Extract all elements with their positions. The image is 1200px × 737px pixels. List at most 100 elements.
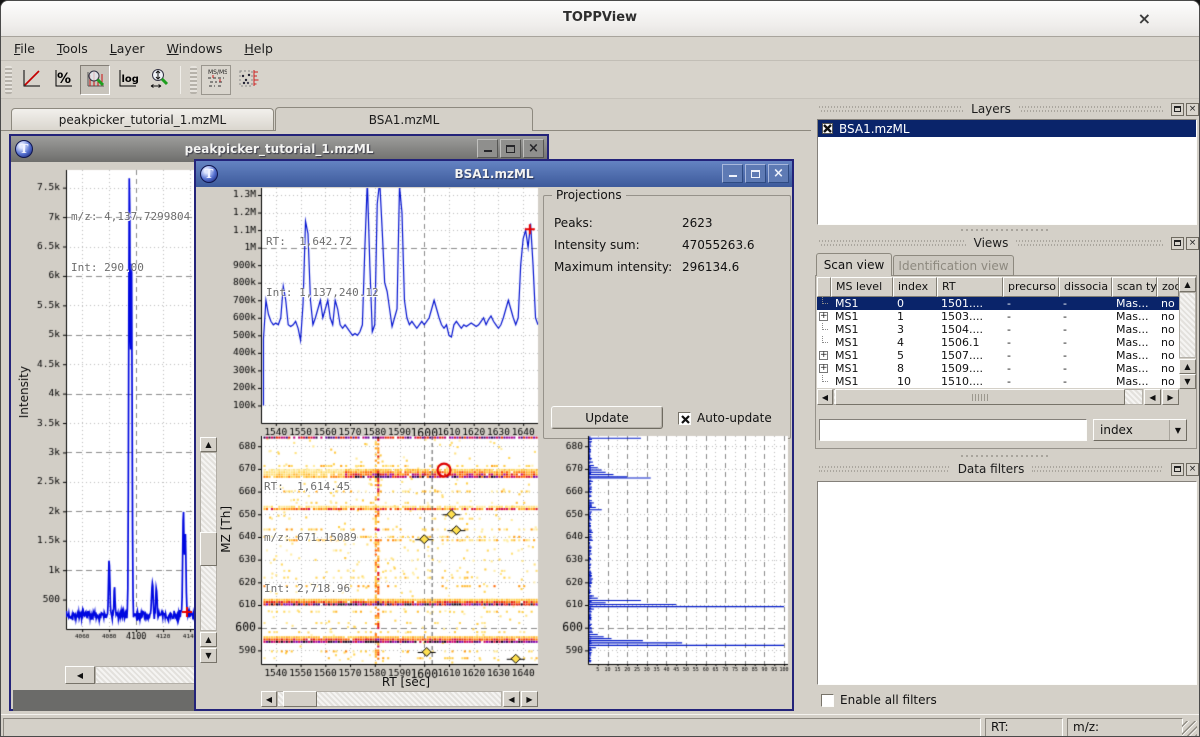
chevron-down-icon[interactable]: ▼ <box>1169 420 1186 440</box>
data-filters-list[interactable] <box>817 481 1197 685</box>
heatmap-h-scrollbar[interactable]: ◀ ◀ ▶ <box>261 691 538 707</box>
layers-list[interactable]: BSA1.mzML <box>817 119 1197 225</box>
table-row[interactable]: MS101501....--Mas...no <box>817 297 1179 310</box>
intensity-mode-linear-button[interactable] <box>16 65 46 95</box>
layer-item-label: BSA1.mzML <box>839 122 910 136</box>
intensity-mode-percentage-button[interactable]: % <box>48 65 78 95</box>
table-row[interactable]: +MS111503....--Mas...no <box>817 310 1179 323</box>
table-row[interactable]: +MS151507....--Mas...no <box>817 349 1179 362</box>
menu-item-layer[interactable]: Layer <box>99 38 156 59</box>
plus-icon[interactable]: + <box>819 312 828 321</box>
close-panel-icon[interactable]: × <box>1186 463 1199 476</box>
mz-projection-plot[interactable] <box>540 433 791 681</box>
scroll-right-icon[interactable]: ▶ <box>521 691 538 707</box>
menu-item-help[interactable]: Help <box>233 38 284 59</box>
toolbar-handle[interactable] <box>5 66 12 94</box>
data-filters-panel-header[interactable]: Data filters × <box>813 461 1199 477</box>
elbow-line <box>822 323 828 330</box>
table-row[interactable]: MS131504....--Mas...no <box>817 323 1179 336</box>
enable-all-filters-checkbox[interactable]: Enable all filters <box>821 693 937 707</box>
main-titlebar[interactable]: TOPPView × <box>1 1 1199 37</box>
close-panel-icon[interactable]: × <box>1186 237 1199 250</box>
app-close-icon[interactable]: × <box>1138 9 1151 28</box>
maximize-button[interactable] <box>500 139 521 158</box>
layers-panel-title: Layers <box>969 102 1013 116</box>
show-2d-dots-button[interactable] <box>233 65 263 95</box>
column-header-index[interactable]: index <box>893 277 937 297</box>
float-panel-icon[interactable] <box>1171 463 1184 476</box>
scroll-right-icon[interactable]: ▶ <box>1162 389 1179 405</box>
show-msms-button[interactable]: MS/MS <box>201 65 231 95</box>
window-bsa1[interactable]: T BSA1.mzML × RT: 1,642.72 Int: 1,137,24… <box>194 159 794 711</box>
scroll-left-icon[interactable]: ◀ <box>65 666 95 684</box>
scan-table-h-scrollbar[interactable]: ◀ ◀ ▶ <box>817 389 1179 405</box>
menu-item-tools[interactable]: Tools <box>46 38 99 59</box>
data-filters-panel-title: Data filters <box>956 462 1027 476</box>
scroll-down-icon[interactable]: ▼ <box>200 648 217 663</box>
scan-table[interactable]: MS levelindexRTprecursodissociascan typz… <box>817 277 1179 388</box>
zoom-mode-button[interactable] <box>80 65 110 95</box>
plus-icon[interactable]: + <box>819 351 828 360</box>
cell: - <box>1059 349 1112 362</box>
table-row[interactable]: MS1101510....--Mas...no <box>817 375 1179 388</box>
scroll-left-icon[interactable]: ◀ <box>817 389 833 405</box>
tab-peakpicker_tutorial_1-mzml[interactable]: peakpicker_tutorial_1.mzML <box>11 108 274 131</box>
maximize-button[interactable] <box>745 164 766 183</box>
scroll-up-icon[interactable]: ▲ <box>200 632 217 647</box>
auto-update-checkbox[interactable]: Auto-update <box>678 411 772 425</box>
panel-splitter[interactable] <box>813 228 1199 233</box>
column-header-precurso[interactable]: precurso <box>1003 277 1059 297</box>
heatmap-v-scrollbar[interactable]: ▲ ▲ ▼ <box>200 437 217 663</box>
float-panel-icon[interactable] <box>1171 237 1184 250</box>
minimize-button[interactable] <box>722 164 743 183</box>
table-row[interactable]: MS141506.1--Mas...no <box>817 336 1179 349</box>
plus-icon[interactable]: + <box>819 364 828 373</box>
layers-panel-header[interactable]: Layers × <box>813 101 1199 117</box>
table-row[interactable]: +MS181509....--Mas...no <box>817 362 1179 375</box>
scroll-down-icon[interactable]: ▼ <box>1179 374 1196 389</box>
expand-icon[interactable]: + <box>817 310 831 323</box>
expand-icon[interactable]: + <box>817 362 831 375</box>
column-header-ms-level[interactable]: MS level <box>831 277 893 297</box>
column-header-scan-typ[interactable]: scan typ <box>1112 277 1157 297</box>
heatmap-cursor-info: RT: 1,614.45 m/z: 671.15089 Int: 2,718.9… <box>264 444 357 631</box>
scroll-left-icon[interactable]: ◀ <box>503 691 520 707</box>
scan-filter-input[interactable] <box>819 419 1087 441</box>
intensity-mode-log-button[interactable]: log <box>112 65 142 95</box>
toppview-app: TOPPView × FileToolsLayerWindowsHelp % lo… <box>0 0 1200 737</box>
layer-visibility-checkbox[interactable] <box>822 123 833 134</box>
cell: - <box>1059 362 1112 375</box>
scroll-up-icon[interactable]: ▲ <box>200 437 217 452</box>
menu-item-file[interactable]: File <box>3 38 46 59</box>
tab-identification-view[interactable]: Identification view <box>893 255 1014 276</box>
menu-item-windows[interactable]: Windows <box>156 38 234 59</box>
scroll-up-icon[interactable]: ▲ <box>1179 359 1196 374</box>
bsa1-titlebar[interactable]: T BSA1.mzML × <box>196 161 792 187</box>
resize-grip[interactable] <box>1182 721 1197 736</box>
tab-scan-view[interactable]: Scan view <box>816 253 892 276</box>
update-button[interactable]: Update <box>551 406 663 429</box>
column-header-rt[interactable]: RT <box>937 277 1003 297</box>
cell: 5 <box>893 349 937 362</box>
scan-filter-combobox[interactable]: index ▼ <box>1093 419 1187 441</box>
toolbar-handle[interactable] <box>190 66 197 94</box>
panel-splitter[interactable] <box>813 454 1199 459</box>
minimize-button[interactable] <box>477 139 498 158</box>
zoom-1d-button[interactable] <box>144 65 174 95</box>
column-header-dissocia[interactable]: dissocia <box>1059 277 1112 297</box>
views-panel-header[interactable]: Views × <box>813 235 1199 251</box>
close-panel-icon[interactable]: × <box>1186 103 1199 116</box>
float-panel-icon[interactable] <box>1171 103 1184 116</box>
scroll-up-icon[interactable]: ▲ <box>1179 277 1196 292</box>
scroll-left-icon[interactable]: ◀ <box>261 691 277 707</box>
close-button[interactable]: × <box>768 164 789 183</box>
scroll-left-icon[interactable]: ◀ <box>1144 389 1161 405</box>
tab-bsa1-mzml[interactable]: BSA1.mzML <box>275 107 533 131</box>
cell: Mas... <box>1112 323 1157 336</box>
layer-item[interactable]: BSA1.mzML <box>818 120 1196 137</box>
scan-table-v-scrollbar[interactable]: ▲ ▲ ▼ <box>1179 277 1196 389</box>
column-header-zoom[interactable]: zoom <box>1157 277 1179 297</box>
expand-icon[interactable]: + <box>817 349 831 362</box>
cell: 4 <box>893 336 937 349</box>
close-button[interactable]: × <box>523 139 544 158</box>
